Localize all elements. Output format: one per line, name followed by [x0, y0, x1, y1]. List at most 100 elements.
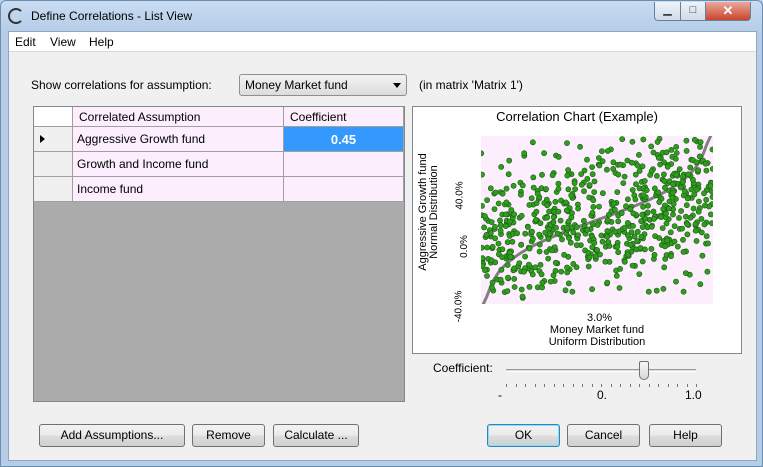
scatter-point — [489, 243, 496, 250]
scatter-point — [678, 208, 684, 214]
maximize-button[interactable]: □ — [680, 2, 706, 21]
cancel-button[interactable]: Cancel — [567, 424, 640, 447]
scatter-point — [600, 190, 606, 197]
scatter-point — [514, 230, 520, 237]
scatter-point — [497, 276, 504, 283]
scatter-point — [655, 154, 662, 161]
scatter-point — [680, 173, 686, 180]
scatter-point — [690, 205, 697, 212]
scatter-point — [677, 184, 684, 191]
scatter-point — [657, 161, 663, 168]
scatter-point — [629, 262, 636, 269]
ok-button[interactable]: OK — [487, 424, 560, 447]
scatter-point — [538, 271, 545, 278]
scatter-point — [552, 267, 559, 274]
scatter-point — [599, 238, 606, 245]
scatter-point — [671, 238, 678, 245]
scatter-point — [648, 143, 655, 150]
scatter-point — [590, 204, 597, 210]
add-assumptions-button[interactable]: Add Assumptions... — [39, 424, 185, 447]
scatter-point — [533, 217, 539, 223]
coefficient-slider-track[interactable] — [506, 369, 696, 372]
scatter-point — [597, 251, 603, 258]
scatter-point — [530, 184, 537, 191]
help-button[interactable]: Help — [649, 424, 722, 447]
assumption-name-cell[interactable]: Income fund — [73, 177, 284, 202]
scatter-point — [518, 286, 525, 293]
scatter-point — [661, 264, 668, 271]
remove-button[interactable]: Remove — [192, 424, 265, 447]
menu-help[interactable]: Help — [89, 35, 114, 49]
header-correlated-assumption[interactable]: Correlated Assumption — [73, 107, 284, 127]
scatter-point — [634, 162, 641, 169]
row-header[interactable] — [34, 127, 73, 152]
scatter-point — [553, 224, 559, 231]
coefficient-cell[interactable] — [284, 177, 404, 202]
scatter-point — [552, 198, 559, 205]
scatter-point — [673, 143, 680, 150]
scatter-point — [510, 182, 517, 189]
close-button[interactable]: ✕ — [705, 2, 751, 21]
scatter-point — [674, 243, 681, 250]
scatter-point — [529, 228, 535, 235]
scatter-point — [701, 221, 708, 228]
scatter-point — [687, 164, 694, 171]
scatter-point — [563, 207, 570, 214]
scatter-point — [669, 190, 676, 196]
minimize-button[interactable]: ▁ — [654, 2, 681, 21]
scatter-point — [479, 203, 485, 209]
scatter-point — [488, 219, 495, 225]
scatter-point — [619, 136, 626, 143]
scatter-point — [557, 217, 564, 224]
scatter-point — [546, 208, 552, 215]
scatter-point — [663, 149, 670, 156]
row-header[interactable] — [34, 177, 73, 202]
calculate-button[interactable]: Calculate ... — [273, 424, 359, 447]
scatter-point — [529, 271, 536, 278]
table-row[interactable]: Growth and Income fund — [34, 152, 404, 177]
correlation-grid[interactable]: Correlated Assumption Coefficient Aggres… — [33, 106, 405, 402]
scatter-point — [640, 192, 647, 199]
scatter-point — [701, 190, 707, 197]
y-axis-label-line2: Normal Distribution — [428, 165, 440, 259]
scatter-point — [509, 238, 516, 245]
header-coefficient[interactable]: Coefficient — [284, 107, 404, 127]
assumption-name-cell[interactable]: Growth and Income fund — [73, 152, 284, 177]
scatter-point — [697, 139, 704, 145]
x-axis-label-line2: Uniform Distribution — [548, 336, 646, 348]
scatter-point — [627, 241, 634, 248]
coefficient-cell[interactable] — [284, 152, 404, 177]
scatter-point — [615, 218, 622, 225]
scatter-point — [504, 239, 511, 246]
scatter-point — [518, 212, 525, 219]
menu-edit[interactable]: Edit — [15, 35, 36, 49]
scatter-point — [693, 238, 700, 244]
scatter-point — [555, 153, 562, 160]
table-row[interactable]: Aggressive Growth fund 0.45 — [34, 127, 404, 152]
row-header[interactable] — [34, 152, 73, 177]
slider-tick — [553, 384, 555, 387]
scatter-point — [536, 241, 543, 248]
scatter-point — [511, 275, 518, 282]
coefficient-slider-thumb[interactable] — [639, 361, 649, 380]
scatter-point — [618, 210, 625, 217]
scatter-point — [641, 178, 648, 184]
slider-tick — [572, 384, 574, 387]
coefficient-cell[interactable]: 0.45 — [284, 127, 404, 152]
assumption-name-cell[interactable]: Aggressive Growth fund — [73, 127, 284, 152]
scatter-point — [639, 258, 646, 265]
scatter-point — [526, 283, 533, 290]
menu-view[interactable]: View — [50, 35, 76, 49]
chart-y-axis-label: Aggressive Growth fund Normal Distributi… — [417, 147, 458, 277]
y-tick-label: -40.0% — [453, 290, 465, 323]
scatter-point — [673, 278, 679, 285]
scatter-point — [575, 205, 581, 212]
assumption-dropdown[interactable]: Money Market fund — [239, 74, 407, 96]
scatter-point — [664, 163, 671, 170]
table-row[interactable]: Income fund — [34, 177, 404, 202]
scatter-point — [573, 242, 580, 249]
slider-tick — [677, 384, 678, 387]
title-bar[interactable]: Define Correlations - List View ▁ □ ✕ — [1, 1, 762, 31]
scatter-point — [669, 181, 676, 187]
scatter-point — [709, 146, 716, 153]
